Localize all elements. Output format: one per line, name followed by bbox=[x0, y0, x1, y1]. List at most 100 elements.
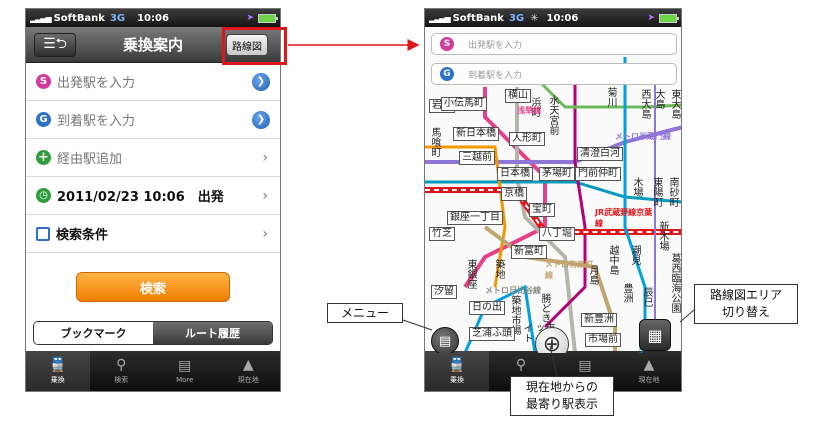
battery-icon bbox=[258, 13, 278, 23]
station-label[interactable]: 菊川 bbox=[605, 87, 616, 107]
station-label[interactable]: 日の出 bbox=[469, 301, 505, 315]
station-label[interactable]: 辰巳 bbox=[641, 287, 652, 307]
status-bar: ▂▃▄▅ SoftBank 3G ✳ 10:06 ➤ bbox=[425, 9, 681, 27]
plus-icon: + bbox=[36, 150, 51, 165]
magnifier-icon: ⚲ bbox=[116, 357, 127, 373]
station-label[interactable]: 東陽町 bbox=[651, 177, 662, 207]
tab-more[interactable]: ▤ More bbox=[153, 351, 217, 391]
station-label[interactable]: 築地 bbox=[493, 259, 504, 279]
station-label[interactable]: 門前仲町 bbox=[575, 167, 621, 181]
station-label[interactable]: 茅場町 bbox=[539, 167, 575, 181]
menu-button[interactable]: ▤ bbox=[431, 327, 459, 353]
search-button[interactable]: 検索 bbox=[76, 272, 230, 302]
departure-input[interactable]: S 出発駅を入力 bbox=[431, 33, 677, 55]
station-label[interactable]: 新日本橋 bbox=[453, 127, 499, 141]
station-label[interactable]: 越中島 bbox=[607, 245, 618, 275]
tab-transfer[interactable]: 🚆 乗換 bbox=[425, 351, 489, 391]
crosshair-icon: ⊕ bbox=[542, 331, 562, 354]
station-label[interactable]: 宝町 bbox=[529, 203, 555, 217]
datetime-row[interactable]: ◷ 2011/02/23 10:06 出発 › bbox=[26, 177, 280, 215]
station-label[interactable]: 八丁堀 bbox=[539, 227, 575, 241]
signal-icon: ▂▃▄▅ bbox=[429, 13, 451, 23]
map-area-switch-button[interactable]: ▦ bbox=[639, 319, 671, 351]
station-label[interactable]: 三越前 bbox=[459, 151, 495, 165]
menu-toggle-button[interactable]: ☰⮌ bbox=[34, 33, 76, 57]
station-label[interactable]: 豊洲 bbox=[621, 283, 632, 303]
via-row[interactable]: + 経由駅追加 › bbox=[26, 139, 280, 177]
station-label[interactable]: 南砂町 bbox=[667, 177, 678, 207]
station-label[interactable]: 横山 bbox=[505, 89, 531, 103]
station-label[interactable]: 馬喰町 bbox=[429, 127, 440, 157]
station-label[interactable]: 人形町 bbox=[509, 132, 545, 146]
station-label[interactable]: 木場 bbox=[631, 177, 642, 197]
disclosure-arrow-icon[interactable]: ❯ bbox=[252, 110, 270, 129]
battery-icon bbox=[659, 13, 679, 23]
carrier-label: SoftBank bbox=[452, 12, 504, 24]
start-s-icon: S bbox=[36, 74, 51, 89]
callout-nearest-station: 現在地からの 最寄り駅表示 bbox=[510, 376, 614, 416]
line-label-hanzomon: メトロ半蔵門線 bbox=[615, 132, 671, 141]
station-label[interactable]: 小伝馬町 bbox=[441, 97, 487, 111]
station-label[interactable]: 新豊洲 bbox=[581, 313, 617, 327]
network-label: 3G bbox=[109, 12, 126, 24]
transfer-form-list: S 出発駅を入力 ❯ G 到着駅を入力 ❯ + 経由駅追加 › ◷ 2011/0… bbox=[26, 63, 280, 253]
nearest-station-button[interactable]: ⊕ bbox=[535, 327, 569, 353]
location-arrow-icon: ➤ bbox=[647, 13, 655, 23]
conditions-row[interactable]: 検索条件 › bbox=[26, 215, 280, 253]
station-label[interactable]: 市場前 bbox=[585, 333, 621, 347]
document-plus-icon: ▤ bbox=[578, 358, 592, 374]
arrival-placeholder: 到着駅を入力 bbox=[468, 70, 523, 81]
station-label[interactable]: 東銀座 bbox=[465, 259, 476, 289]
tab-location[interactable]: ▲ 現在地 bbox=[217, 351, 281, 391]
line-label-yurakucho: メトロ有楽町線 bbox=[545, 260, 593, 280]
station-label[interactable]: 日本橋 bbox=[497, 167, 533, 181]
station-label[interactable]: 東大島 bbox=[669, 89, 680, 119]
tab-search[interactable]: ⚲ 検索 bbox=[90, 351, 154, 391]
station-label[interactable]: 清澄白河 bbox=[577, 147, 623, 161]
train-icon: 🚆 bbox=[448, 357, 466, 373]
station-label[interactable]: 新木場 bbox=[657, 221, 668, 251]
station-label[interactable]: 葛西臨海公園 bbox=[669, 253, 680, 313]
route-map-area[interactable]: S 出発駅を入力 G 到着駅を入力 岩本 小伝馬町 横山 新日本橋 人形町 三越… bbox=[425, 27, 681, 353]
station-label[interactable]: 潮見 bbox=[629, 245, 640, 265]
chevron-right-icon: › bbox=[262, 187, 268, 204]
train-icon: 🚆 bbox=[49, 357, 67, 373]
search-area: 検索 bbox=[26, 253, 280, 321]
departure-placeholder: 出発駅を入力 bbox=[468, 40, 523, 51]
disclosure-arrow-icon[interactable]: ❯ bbox=[252, 72, 270, 91]
segment-bookmark[interactable]: ブックマーク bbox=[34, 322, 153, 344]
station-label[interactable]: 勝どき bbox=[539, 293, 550, 323]
arrival-input[interactable]: G 到着駅を入力 bbox=[431, 63, 677, 85]
tab-location[interactable]: ▲ 現在地 bbox=[617, 351, 681, 391]
station-label[interactable]: 京橋 bbox=[501, 187, 527, 201]
line-label-musashino: JR武蔵野線京葉線 bbox=[595, 208, 653, 228]
station-label[interactable]: 大島 bbox=[653, 89, 664, 109]
chevron-right-icon: › bbox=[262, 149, 268, 166]
document-plus-icon: ▤ bbox=[178, 358, 192, 374]
route-map-button-highlight bbox=[222, 27, 287, 65]
signal-icon: ▂▃▄▅ bbox=[30, 13, 52, 23]
station-label[interactable]: 芝浦ふ頭 bbox=[469, 327, 515, 341]
station-label[interactable]: 竹芝 bbox=[429, 227, 455, 241]
chevron-right-icon: › bbox=[262, 225, 268, 242]
station-label[interactable]: 汐留 bbox=[431, 285, 457, 299]
tab-transfer[interactable]: 🚆 乗換 bbox=[26, 351, 90, 391]
segment-route-history[interactable]: ルート履歴 bbox=[153, 322, 272, 344]
station-label[interactable]: 水天宮前 bbox=[547, 95, 558, 135]
departure-row[interactable]: S 出発駅を入力 ❯ bbox=[26, 63, 280, 101]
station-label[interactable]: 新富町 bbox=[511, 245, 547, 259]
goal-g-icon: G bbox=[440, 67, 454, 81]
menu-list-icon: ▤ bbox=[438, 333, 452, 349]
history-segmented-control: ブックマーク ルート履歴 bbox=[33, 321, 273, 345]
loading-spinner-icon: ✳ bbox=[530, 12, 539, 24]
station-label[interactable]: 西大島 bbox=[639, 89, 650, 119]
tab-location-label: 現在地 bbox=[638, 376, 660, 384]
tab-bar: 🚆 乗換 ⚲ 検索 ▤ More ▲ 現在地 bbox=[26, 351, 280, 391]
phone-screen-transfer: ▂▃▄▅ SoftBank 3G 10:06 ➤ ☰⮌ 乗換案内 路線図 S 出… bbox=[25, 8, 281, 392]
clock: 10:06 bbox=[546, 12, 579, 24]
tab-location-label: 現在地 bbox=[237, 376, 259, 384]
menu-back-icon: ☰⮌ bbox=[43, 36, 67, 52]
station-label[interactable]: 銀座一丁目 bbox=[447, 211, 503, 225]
arrival-row[interactable]: G 到着駅を入力 ❯ bbox=[26, 101, 280, 139]
magnifier-icon: ⚲ bbox=[515, 357, 527, 373]
